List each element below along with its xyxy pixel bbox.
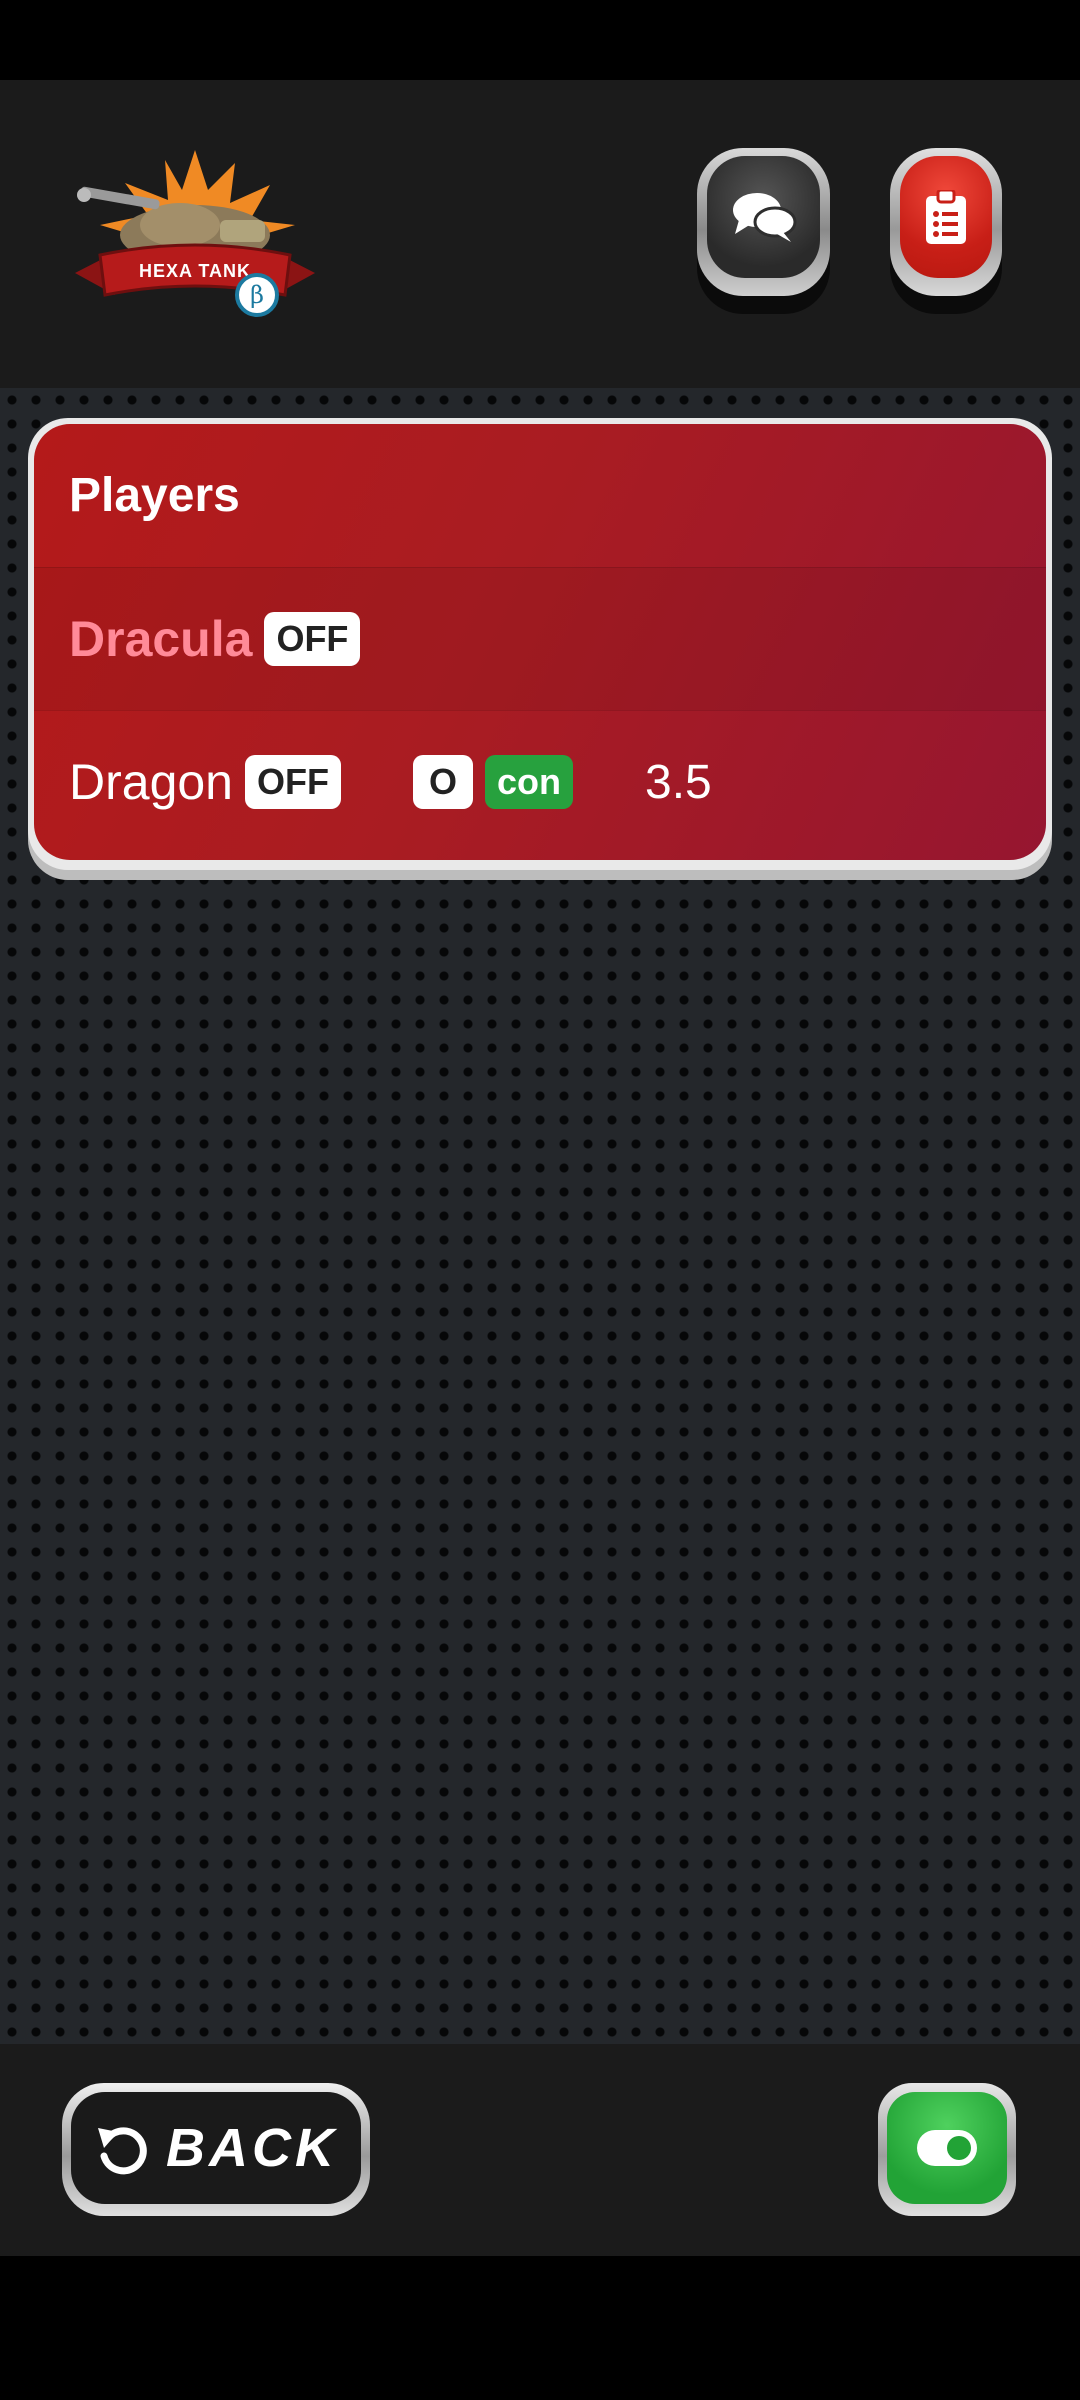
players-list-button[interactable] <box>890 148 1002 314</box>
player-status-badge: OFF <box>245 755 341 809</box>
player-name: Dracula <box>69 611 253 667</box>
navigation-bar <box>0 2256 1080 2400</box>
clipboard-list-icon <box>926 190 966 244</box>
back-button[interactable]: BACK <box>62 2083 370 2216</box>
beta-badge: β <box>250 281 264 309</box>
toggle-on-icon <box>917 2130 977 2166</box>
toggle-button[interactable] <box>878 2083 1016 2216</box>
player-row[interactable]: Dragon OFF O con 3.5 <box>34 710 1046 853</box>
player-status-badge: OFF <box>264 612 361 666</box>
chat-button[interactable] <box>697 148 830 314</box>
back-label: BACK <box>166 2118 338 2178</box>
hexa-tank-logo: HEXA TANK β <box>70 145 320 320</box>
undo-arrow-icon <box>98 2127 147 2175</box>
player-row[interactable]: Dracula OFF <box>34 567 1046 710</box>
players-title: Players <box>69 469 240 522</box>
player-name: Dragon <box>69 754 233 810</box>
logo-text: HEXA TANK <box>139 261 251 281</box>
status-bar <box>0 0 1080 80</box>
chat-bubbles-icon <box>732 193 796 242</box>
players-card: Players Dracula OFF Dragon OFF O con 3.5 <box>28 418 1052 870</box>
player-team-badge: O <box>412 755 473 809</box>
players-card-header: Players <box>34 424 1046 567</box>
player-score: 3.5 <box>645 755 712 809</box>
player-mode-badge: con <box>485 755 574 809</box>
